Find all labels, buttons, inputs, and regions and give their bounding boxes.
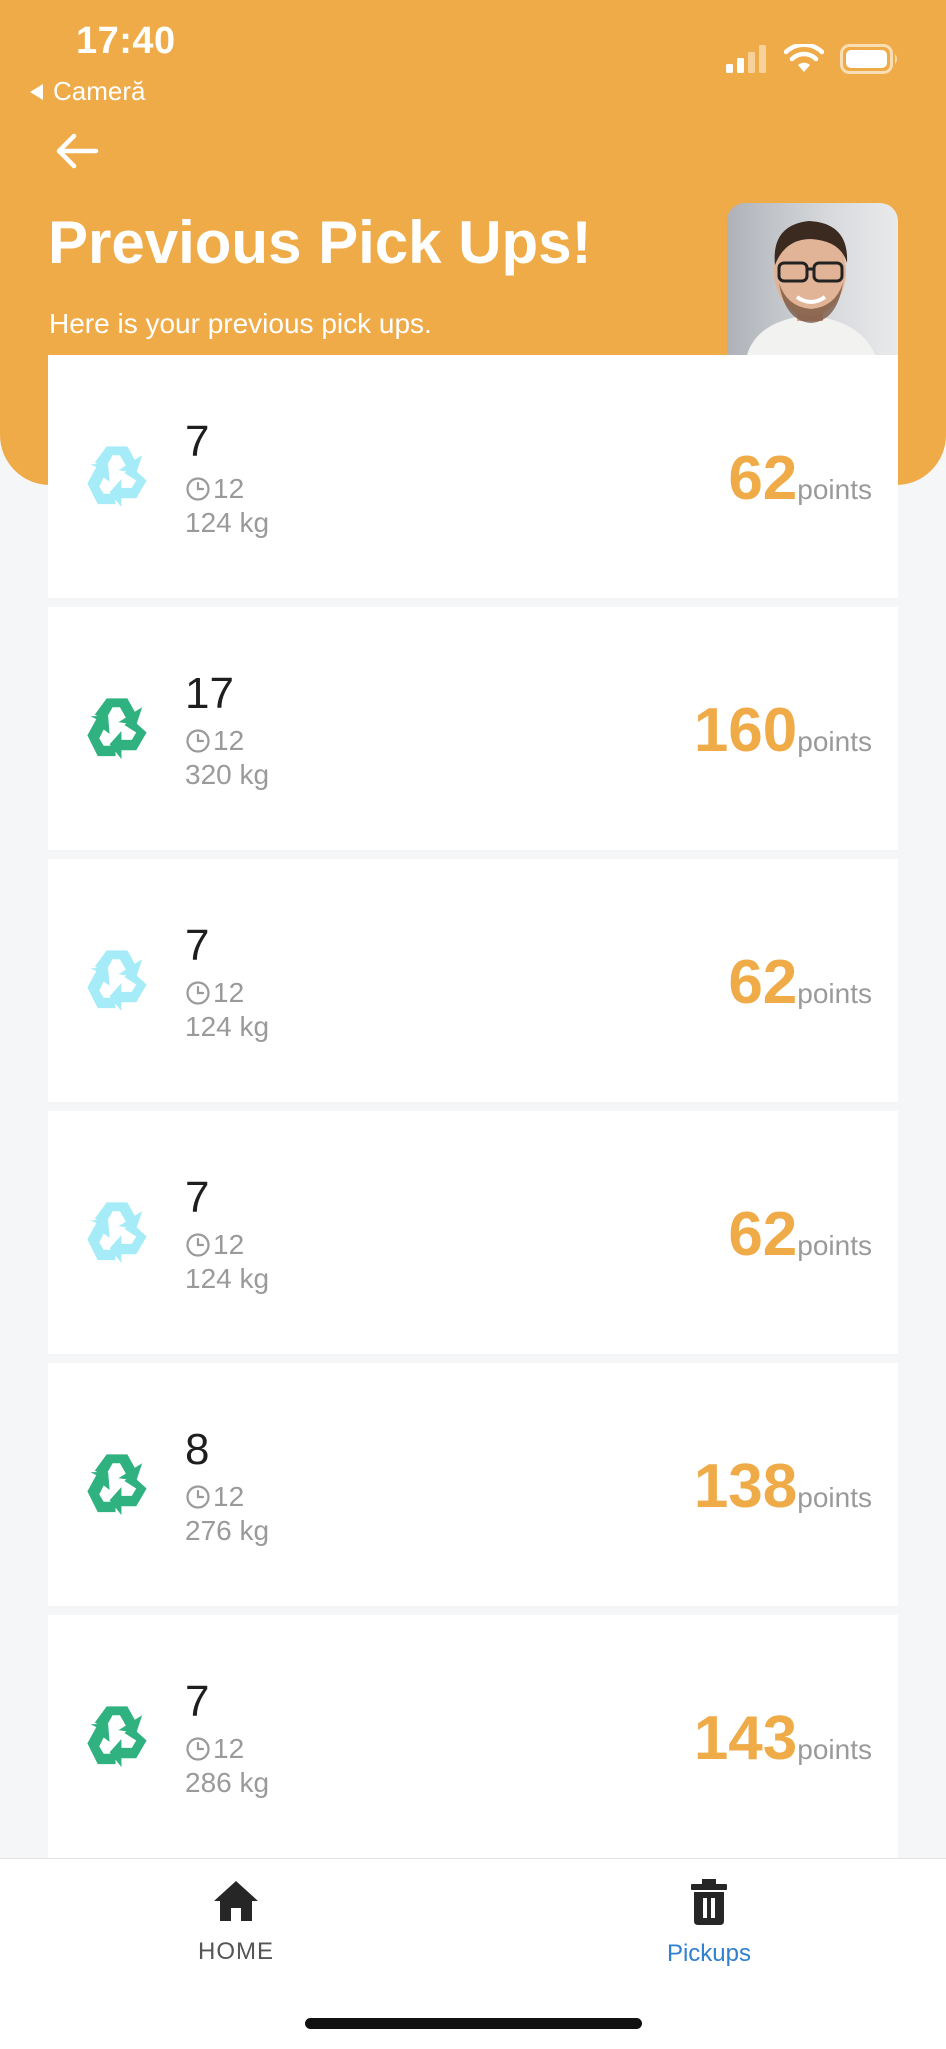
back-arrow-button[interactable] [52,126,102,176]
pickup-list[interactable]: 7 12 124 kg 62 points 17 12 320 kg 160 p… [48,355,898,1858]
recycle-light-icon [87,1202,147,1264]
user-avatar[interactable] [727,203,898,355]
nav-pickups-label: Pickups [666,1940,752,1967]
pickup-time-row: 12 [185,1733,244,1765]
pickup-weight: 124 kg [185,507,270,538]
pickup-time: 12 [213,1733,245,1764]
wifi-icon [784,44,824,72]
points-unit: points [797,978,872,1009]
status-time: 17:40 [76,20,176,62]
points-unit: points [797,474,872,505]
pickup-card[interactable]: 7 12 124 kg 62 points [48,355,898,598]
recycle-dark-icon [87,1454,147,1516]
pickup-card[interactable]: 17 12 320 kg 160 points [48,607,898,850]
pickup-card[interactable]: 7 12 124 kg 62 points [48,859,898,1102]
pickup-points: 62 points [728,443,872,514]
points-value: 160 [693,696,798,765]
points-unit: points [797,1734,872,1765]
pickup-time: 12 [213,1481,245,1512]
points-value: 62 [728,1200,798,1269]
points-value: 143 [693,1704,798,1773]
home-icon [214,1881,258,1921]
signal-icon [726,45,766,73]
pickup-weight: 124 kg [185,1263,270,1294]
pickup-time: 12 [213,725,245,756]
pickup-points: 143 points [694,1703,872,1774]
points-value: 62 [728,948,798,1017]
pickup-card[interactable]: 7 12 124 kg 62 points [48,1111,898,1354]
pickup-points: 138 points [694,1451,872,1522]
pickup-time: 12 [213,473,245,504]
pickup-card[interactable]: 8 12 276 kg 138 points [48,1363,898,1606]
pickup-weight: 276 kg [185,1515,270,1546]
clock-icon [186,729,210,753]
pickup-time-row: 12 [185,725,244,757]
pickup-quantity: 8 [185,1425,210,1474]
back-triangle-icon [30,83,43,100]
battery-icon [840,44,897,74]
pickup-quantity: 17 [185,669,234,718]
pickup-points: 160 points [694,695,872,766]
points-value: 138 [693,1452,798,1521]
pickup-weight: 124 kg [185,1011,270,1042]
page-subtitle: Here is your previous pick ups. [49,308,432,339]
status-bar: 17:40 Cameră [0,0,946,110]
points-unit: points [797,1482,872,1513]
clock-icon [186,1233,210,1257]
recycle-dark-icon [87,1706,147,1768]
nav-home[interactable]: HOME [126,1879,346,1966]
recycle-dark-icon [87,698,147,760]
pickup-weight: 320 kg [185,759,270,790]
bottom-nav: HOME Pickups [0,1858,946,2049]
pickup-points: 62 points [728,1199,872,1270]
status-icons [726,44,900,74]
points-unit: points [797,1230,872,1261]
points-value: 62 [728,444,798,513]
pickup-card[interactable]: 7 12 286 kg 143 points [48,1615,898,1858]
back-to-app[interactable]: Cameră [30,76,145,107]
nav-pickups[interactable]: Pickups [599,1879,819,1968]
pickup-weight: 286 kg [185,1767,270,1798]
trash-icon [691,1879,727,1925]
nav-home-label: HOME [198,1938,274,1965]
clock-icon [186,1485,210,1509]
pickup-time-row: 12 [185,977,244,1009]
clock-icon [186,477,210,501]
home-indicator [305,2018,642,2029]
clock-icon [186,1737,210,1761]
back-app-label: Cameră [53,76,146,106]
avatar-photo [727,203,898,355]
pickup-time: 12 [213,1229,245,1260]
points-unit: points [797,726,872,757]
pickup-time-row: 12 [185,1481,244,1513]
clock-icon [186,981,210,1005]
pickup-quantity: 7 [185,417,210,466]
recycle-light-icon [87,950,147,1012]
pickup-quantity: 7 [185,921,210,970]
pickup-time: 12 [213,977,245,1008]
pickup-time-row: 12 [185,473,244,505]
pickup-points: 62 points [728,947,872,1018]
pickup-quantity: 7 [185,1173,210,1222]
pickup-time-row: 12 [185,1229,244,1261]
recycle-light-icon [87,446,147,508]
pickup-quantity: 7 [185,1677,210,1726]
page-title: Previous Pick Ups! [48,209,592,276]
arrow-left-icon [56,133,99,169]
